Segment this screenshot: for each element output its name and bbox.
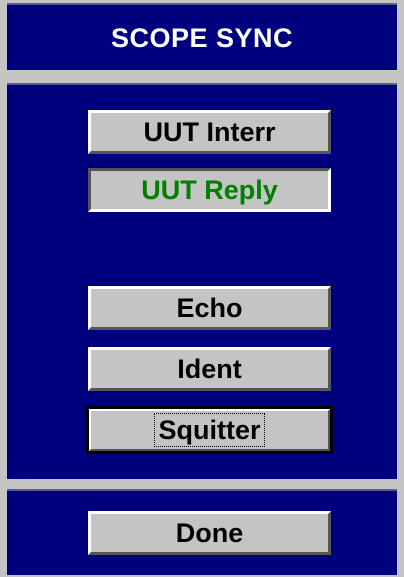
done-button[interactable]: Done — [88, 511, 331, 555]
ident-button[interactable]: Ident — [88, 347, 331, 391]
window-title: SCOPE SYNC — [110, 23, 294, 53]
uut-interr-button[interactable]: UUT Interr — [88, 110, 331, 154]
scope-sync-window: SCOPE SYNC UUT Interr UUT Reply Echo Ide… — [0, 0, 404, 577]
ident-label: Ident — [177, 354, 242, 384]
squitter-button[interactable]: Squitter — [86, 406, 333, 454]
uut-reply-indicator[interactable]: UUT Reply — [88, 168, 331, 212]
uut-interr-label: UUT Interr — [143, 117, 276, 147]
footer-panel: Done — [7, 489, 397, 575]
done-label: Done — [175, 518, 244, 548]
echo-label: Echo — [176, 293, 243, 323]
echo-button[interactable]: Echo — [88, 286, 331, 330]
header-panel: SCOPE SYNC — [7, 3, 397, 70]
squitter-label: Squitter — [154, 413, 265, 447]
uut-reply-label: UUT Reply — [141, 175, 278, 205]
sync-options-panel: UUT Interr UUT Reply Echo Ident Squitter — [7, 83, 397, 479]
